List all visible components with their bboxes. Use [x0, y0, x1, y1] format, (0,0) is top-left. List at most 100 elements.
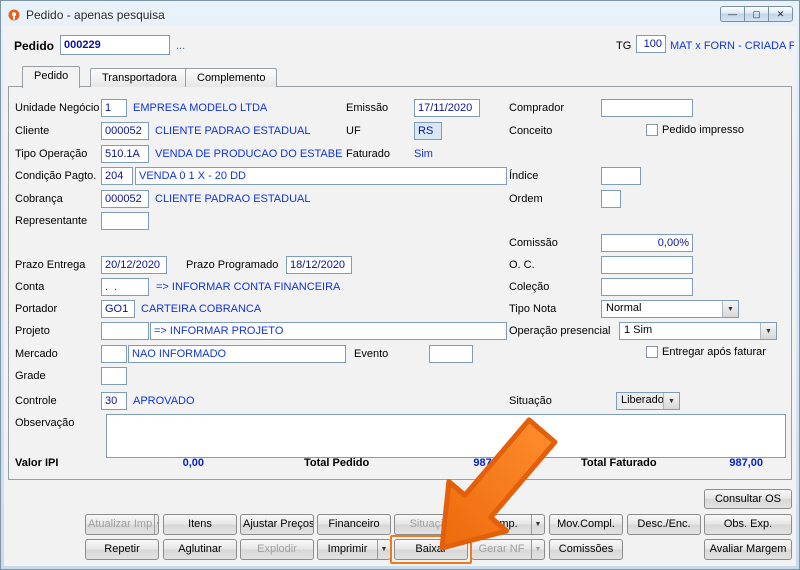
- title-bar[interactable]: Pedido - apenas pesquisa — ▢ ✕: [4, 4, 796, 26]
- obs-exp-button[interactable]: Obs. Exp.: [704, 514, 792, 535]
- itens-button[interactable]: Itens: [163, 514, 237, 535]
- tg-description: MAT x FORN - CRIADA PE: [670, 40, 794, 52]
- atualizar-imp-button[interactable]: Atualizar Imp▼: [85, 514, 159, 535]
- colecao-input[interactable]: [601, 278, 693, 296]
- situacao-label: Situação: [509, 395, 552, 407]
- cobranca-input[interactable]: [101, 190, 149, 208]
- conta-input[interactable]: [101, 278, 149, 296]
- tg-input[interactable]: [636, 35, 666, 53]
- prazo-entrega-input[interactable]: [101, 256, 167, 274]
- dropdown-arrow-icon[interactable]: ▼: [377, 540, 390, 559]
- projeto-description: => INFORMAR PROJETO: [150, 322, 507, 340]
- prazo-programado-label: Prazo Programado: [186, 259, 279, 271]
- comissao-label: Comissão: [509, 237, 558, 249]
- tab-pedido[interactable]: Pedido: [22, 66, 81, 88]
- window-title: Pedido - apenas pesquisa: [26, 8, 165, 22]
- uf-label: UF: [346, 125, 361, 137]
- imprimir-button[interactable]: Imprimir ▼: [317, 539, 391, 560]
- minimize-button[interactable]: —: [720, 6, 745, 22]
- unidade-negocio-input[interactable]: [101, 99, 127, 117]
- tipo-nota-select[interactable]: Normal ▼: [601, 300, 739, 318]
- evento-input[interactable]: [429, 345, 473, 363]
- client-area: Pedido ... TG MAT x FORN - CRIADA PE Ped…: [4, 26, 796, 566]
- gerar-nf-button[interactable]: Gerar NF ▼: [471, 539, 545, 560]
- tab-transportadora[interactable]: Transportadora: [90, 68, 189, 87]
- situacao-button[interactable]: Situação: [394, 514, 468, 535]
- unidade-negocio-description: EMPRESA MODELO LTDA: [133, 102, 268, 114]
- mercado-label: Mercado: [15, 348, 58, 360]
- grade-input[interactable]: [101, 367, 127, 385]
- faturado-value: Sim: [414, 148, 433, 160]
- dropdown-arrow-icon[interactable]: ▼: [154, 515, 158, 534]
- pedido-tab-panel: Unidade Negócio EMPRESA MODELO LTDA Emis…: [8, 86, 792, 480]
- dropdown-arrow-icon[interactable]: ▼: [531, 540, 544, 559]
- tipo-operacao-description: VENDA DE PRODUCAO DO ESTABELECIMEI: [155, 148, 343, 160]
- desc-enc-button[interactable]: Desc./Enc.: [627, 514, 701, 535]
- representante-input[interactable]: [101, 212, 149, 230]
- pedido-lookup-button[interactable]: ...: [176, 38, 185, 54]
- maximize-button[interactable]: ▢: [744, 6, 769, 22]
- comp-button[interactable]: Comp. ▼: [471, 514, 545, 535]
- tg-label: TG: [616, 40, 632, 52]
- operacao-presencial-label: Operação presencial: [509, 325, 611, 337]
- pedido-header-label: Pedido: [14, 39, 55, 53]
- situacao-select[interactable]: Liberado ▼: [616, 392, 680, 410]
- chevron-down-icon: ▼: [722, 301, 738, 317]
- controle-input[interactable]: [101, 392, 127, 410]
- mercado-input[interactable]: [101, 345, 127, 363]
- mercado-description: NAO INFORMADO: [128, 345, 346, 363]
- condicao-pagto-label: Condição Pagto.: [15, 170, 97, 182]
- conceito-label: Conceito: [509, 125, 553, 137]
- prazo-programado-input[interactable]: [286, 256, 352, 274]
- prazo-entrega-label: Prazo Entrega: [15, 259, 86, 271]
- financeiro-button[interactable]: Financeiro: [317, 514, 391, 535]
- controle-description: APROVADO: [133, 395, 195, 407]
- oc-label: O. C.: [509, 259, 535, 271]
- repetir-button[interactable]: Repetir: [85, 539, 159, 560]
- cobranca-label: Cobrança: [15, 193, 63, 205]
- uf-input[interactable]: [414, 122, 442, 140]
- evento-label: Evento: [354, 348, 389, 360]
- cliente-input[interactable]: [101, 122, 149, 140]
- pedido-impresso-checkbox[interactable]: Pedido impresso: [646, 124, 744, 136]
- observacao-textarea[interactable]: [106, 414, 786, 458]
- explodir-button[interactable]: Explodir: [240, 539, 314, 560]
- projeto-label: Projeto: [15, 325, 50, 337]
- portador-label: Portador: [15, 303, 58, 315]
- tipo-nota-label: Tipo Nota: [509, 303, 557, 315]
- ordem-input[interactable]: [601, 190, 621, 208]
- cobranca-description: CLIENTE PADRAO ESTADUAL: [155, 193, 311, 205]
- valor-ipi-label: Valor IPI: [15, 457, 59, 469]
- grade-label: Grade: [15, 370, 46, 382]
- tipo-operacao-label: Tipo Operação: [15, 148, 88, 160]
- dropdown-arrow-icon[interactable]: ▼: [531, 515, 544, 534]
- cliente-label: Cliente: [15, 125, 50, 137]
- portador-input[interactable]: [101, 300, 135, 318]
- colecao-label: Coleção: [509, 281, 550, 293]
- consultar-os-button[interactable]: Consultar OS: [704, 489, 792, 509]
- avaliar-margem-button[interactable]: Avaliar Margem: [704, 539, 792, 560]
- mov-compl-button[interactable]: Mov.Compl.: [549, 514, 623, 535]
- portador-description: CARTEIRA COBRANCA: [141, 303, 262, 315]
- projeto-input[interactable]: [101, 322, 149, 340]
- observacao-label: Observação: [15, 417, 75, 429]
- tab-complemento[interactable]: Complemento: [185, 68, 278, 87]
- condicao-pagto-input[interactable]: [101, 167, 133, 185]
- entregar-apos-faturar-checkbox[interactable]: Entregar após faturar: [646, 346, 766, 358]
- comissoes-button[interactable]: Comissões: [549, 539, 623, 560]
- indice-input[interactable]: [601, 167, 641, 185]
- ajustar-precos-button[interactable]: Ajustar Preços: [240, 514, 314, 535]
- operacao-presencial-value: 1 Sim: [624, 324, 653, 336]
- close-button[interactable]: ✕: [768, 6, 793, 22]
- tipo-operacao-input[interactable]: [101, 145, 149, 163]
- aglutinar-button[interactable]: Aglutinar: [163, 539, 237, 560]
- checkbox-box: [646, 346, 658, 358]
- comprador-input[interactable]: [601, 99, 693, 117]
- oc-input[interactable]: [601, 256, 693, 274]
- operacao-presencial-select[interactable]: 1 Sim ▼: [619, 322, 777, 340]
- pedido-number-input[interactable]: [60, 35, 170, 55]
- emissao-input[interactable]: [414, 99, 480, 117]
- comissao-input[interactable]: [601, 234, 693, 252]
- conta-description: => INFORMAR CONTA FINANCEIRA: [156, 281, 341, 293]
- baixar-button[interactable]: Baixar: [394, 539, 468, 560]
